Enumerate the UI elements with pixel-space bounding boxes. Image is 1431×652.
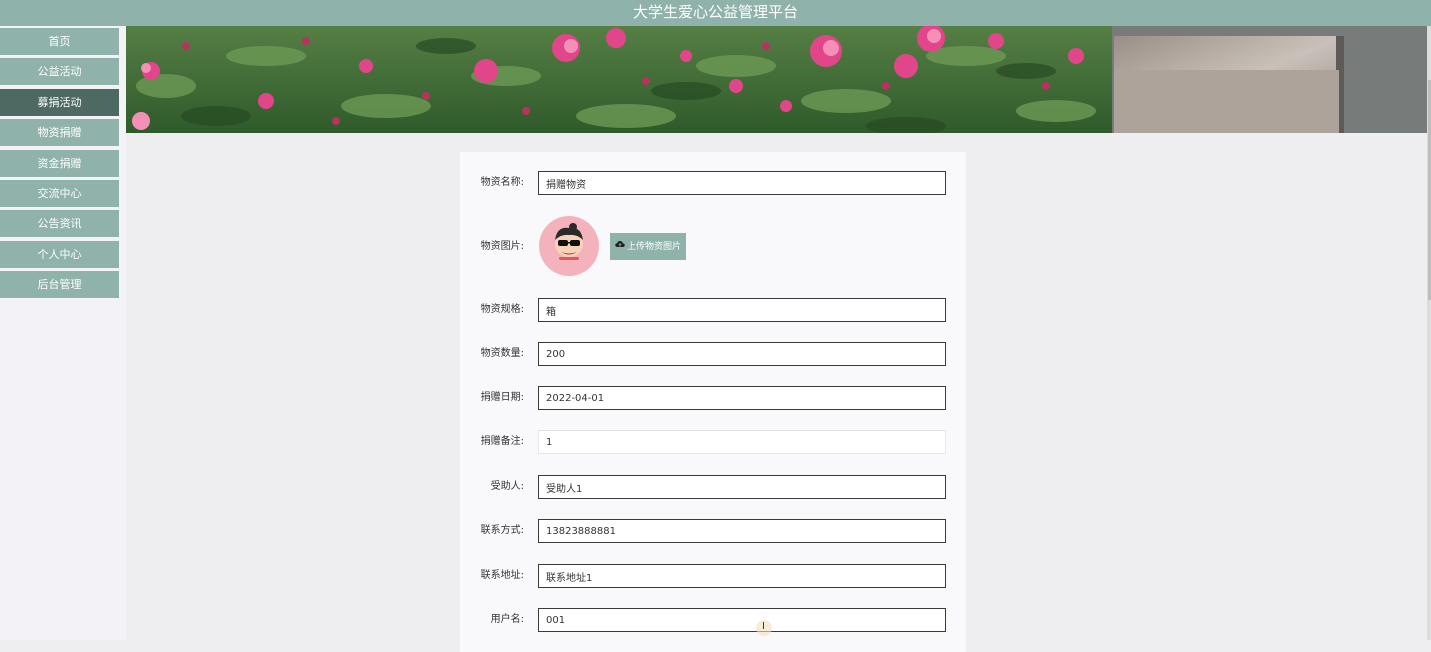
goods-name-field[interactable] [538,171,946,195]
upload-image-button[interactable]: 上传物资图片 [610,233,686,260]
contact-label: 联系方式: [480,525,524,536]
donation-remark-field[interactable] [538,430,946,454]
upload-button-label: 上传物资图片 [626,242,681,252]
goods-quantity-field[interactable] [538,342,946,366]
donation-date-field[interactable] [538,386,946,410]
contact-phone-field[interactable] [538,519,946,543]
username-field[interactable] [538,608,946,632]
image-label: 物资图片: [480,241,524,252]
sidebar-item-forum[interactable]: 交流中心 [0,180,119,207]
date-label: 捐赠日期: [480,392,524,403]
header-bar: 大学生爱心公益管理平台 [0,0,1431,26]
cartoon-avatar-icon [555,223,583,260]
recipient-field[interactable] [538,475,946,499]
sidebar-item-admin[interactable]: 后台管理 [0,271,119,298]
username-label: 用户名: [490,614,524,625]
goods-spec-field[interactable] [538,298,946,322]
spec-label: 物资规格: [480,304,524,315]
page-title: 大学生爱心公益管理平台 [632,3,798,21]
goods-image-preview [539,216,599,276]
text-cursor-icon: I [756,620,772,636]
remark-label: 捐赠备注: [480,436,524,447]
banner-image [126,26,1427,133]
sidebar-item-announcements[interactable]: 公告资讯 [0,210,119,237]
cloud-upload-icon [615,233,625,260]
recipient-label: 受助人: [490,481,524,492]
sidebar-item-charity-activities[interactable]: 公益活动 [0,58,119,85]
contact-address-field[interactable] [538,564,946,588]
quantity-label: 物资数量: [480,348,524,359]
sidebar-item-goods-donation[interactable]: 物资捐赠 [0,119,119,146]
address-label: 联系地址: [480,570,524,581]
peony-field-image [126,26,1427,133]
sidebar: 首页 公益活动 募捐活动 物资捐赠 资金捐赠 交流中心 公告资讯 个人中心 后台… [0,26,126,640]
name-label: 物资名称: [480,177,524,188]
sidebar-item-personal-center[interactable]: 个人中心 [0,241,119,268]
sidebar-item-fundraising-activities[interactable]: 募捐活动 [0,89,119,116]
sidebar-item-fund-donation[interactable]: 资金捐赠 [0,150,119,177]
sidebar-item-home[interactable]: 首页 [0,28,119,55]
